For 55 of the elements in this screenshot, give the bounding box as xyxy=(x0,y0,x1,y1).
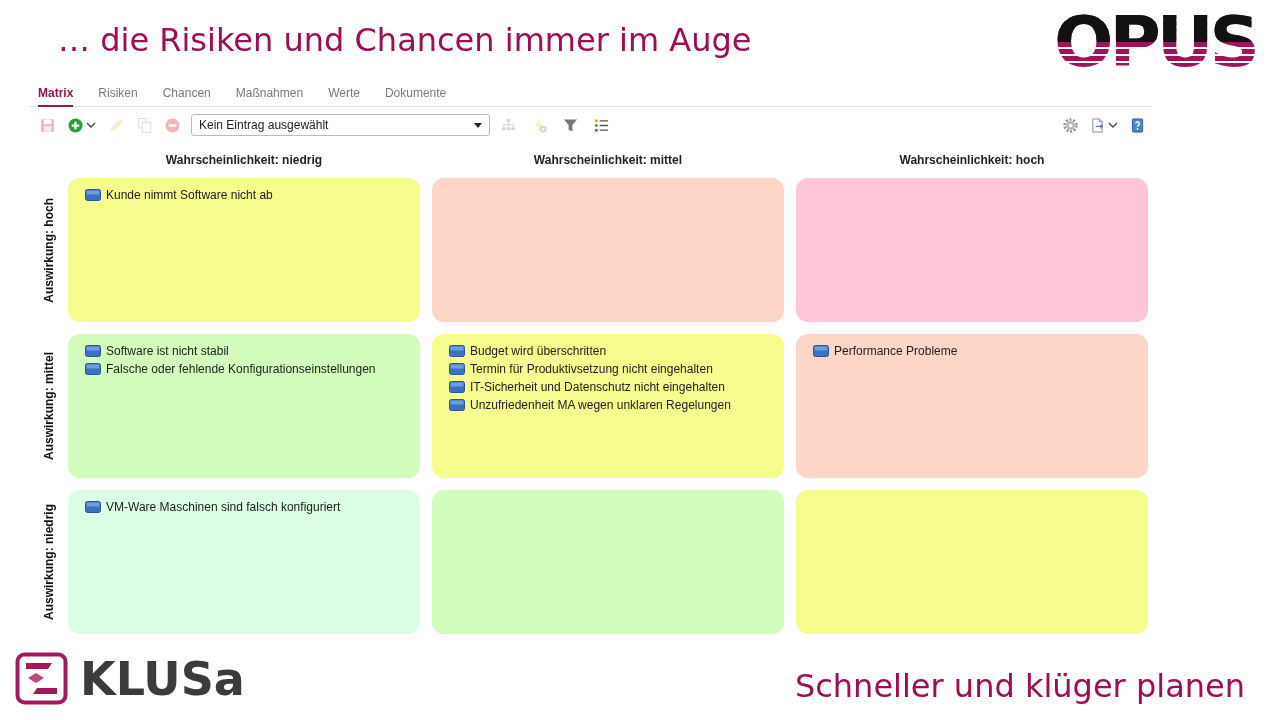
copy-icon xyxy=(137,117,152,133)
settings-icon xyxy=(1063,117,1078,133)
square-icon xyxy=(85,189,101,201)
tab[interactable]: Matrix xyxy=(38,84,74,107)
row-header: Auswirkung: niedrig xyxy=(42,504,56,620)
risk-item[interactable]: IT-Sicherheit und Datenschutz nicht eingehalten xyxy=(449,379,725,395)
square-icon xyxy=(449,363,465,375)
tagline: Schneller und klüger planen xyxy=(794,668,1245,704)
square-icon xyxy=(449,345,465,357)
plus-circle-icon xyxy=(68,117,83,133)
square-icon xyxy=(813,345,829,357)
caret-icon xyxy=(86,122,96,128)
pencil-icon xyxy=(109,117,124,133)
add-button[interactable] xyxy=(68,117,96,133)
risk-item[interactable]: Performance Probleme xyxy=(813,343,958,359)
tab[interactable]: Chancen xyxy=(162,84,211,107)
risk-item[interactable]: Software ist nicht stabil xyxy=(85,343,229,359)
column-header: Wahrscheinlichkeit: mittel xyxy=(533,153,683,167)
caret-icon xyxy=(1108,122,1118,128)
logo-icon xyxy=(15,652,68,705)
document-arrow-icon xyxy=(1090,117,1105,133)
column-header: Wahrscheinlichkeit: hoch xyxy=(899,153,1045,167)
square-icon xyxy=(85,345,101,357)
row-header: Auswirkung: hoch xyxy=(42,197,56,303)
column-header: Wahrscheinlichkeit: niedrig xyxy=(165,153,323,167)
row-header: Auswirkung: mittel xyxy=(42,352,56,460)
tab[interactable]: Dokumente xyxy=(384,84,447,107)
risk-item[interactable]: Kunde nimmt Software nicht ab xyxy=(85,187,273,203)
risk-item[interactable]: Falsche oder fehlende Konfigurationseinstellungen xyxy=(85,361,376,377)
page-title: … die Risiken und Chancen immer im Auge xyxy=(58,21,752,59)
list-icon xyxy=(594,117,609,133)
minus-circle-icon xyxy=(165,117,180,133)
square-icon xyxy=(85,501,101,513)
tab[interactable]: Maßnahmen xyxy=(235,84,304,107)
help-button[interactable] xyxy=(1130,117,1145,133)
help-book-icon xyxy=(1130,117,1145,133)
hierarchy-icon xyxy=(501,117,516,133)
square-icon xyxy=(85,363,101,375)
tab[interactable]: Risiken xyxy=(98,84,138,107)
lightning-plus-icon xyxy=(532,117,547,133)
risk-item[interactable]: Unzufriedenheit MA wegen unklaren Regelungen xyxy=(449,397,731,413)
list-button[interactable] xyxy=(594,117,609,133)
filter-button[interactable] xyxy=(563,117,578,133)
tab[interactable]: Werte xyxy=(328,84,360,107)
logo-text: KLUSa xyxy=(80,655,245,702)
filter-icon xyxy=(563,117,578,133)
caret-icon xyxy=(474,122,482,128)
settings-button[interactable] xyxy=(1063,117,1078,133)
risk-item[interactable]: Termin für Produktivsetzung nicht eingehalten xyxy=(449,361,713,377)
export-button[interactable] xyxy=(1090,117,1118,133)
square-icon xyxy=(449,381,465,393)
risk-item[interactable]: VM-Ware Maschinen sind falsch konfiguriert xyxy=(85,499,341,515)
entry-dropdown[interactable]: Kein Eintrag ausgewählt xyxy=(191,114,490,136)
square-icon xyxy=(449,399,465,411)
risk-item[interactable]: Budget wird überschritten xyxy=(449,343,607,359)
